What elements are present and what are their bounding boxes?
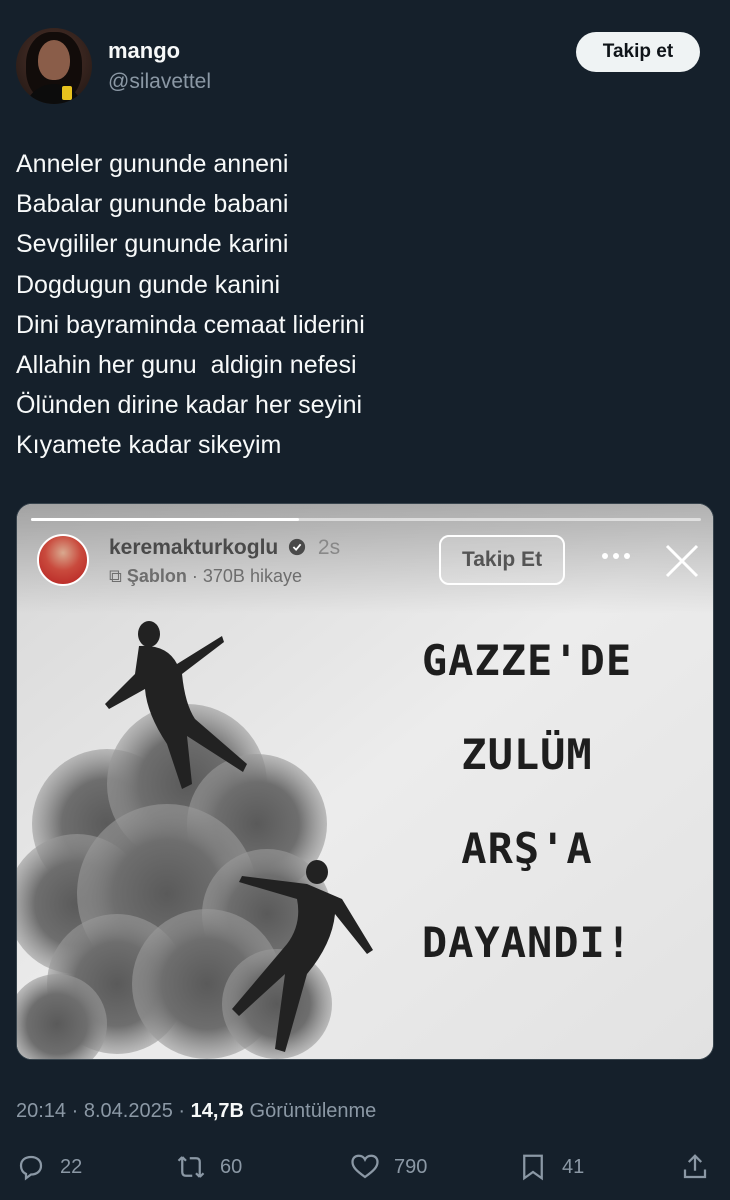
story-username-row: keremakturkoglu 2s [109,536,340,560]
tweet-meta: 20:14 · 8.04.2025 · 14,7B Görüntülenme [16,1100,377,1122]
ferrari-badge-icon [62,86,72,100]
author-name[interactable]: mango [108,38,180,64]
tweet-actions: 22 60 790 41 [16,1152,714,1192]
tweet-line: Dogdugun gunde kanini [16,270,281,299]
like-count: 790 [394,1155,428,1178]
tweet-media-image[interactable]: keremakturkoglu 2s ⧉ Şablon · 370B hikay… [16,503,714,1060]
tweet-line: Babalar gununde babani [16,190,289,219]
follow-button[interactable]: Takip et [576,32,700,72]
tweet-line: Kıyamete kadar sikeyim [16,431,282,460]
bookmark-icon [523,1154,543,1181]
share-icon [683,1154,707,1179]
reply-count: 22 [60,1155,83,1178]
reply-icon [19,1155,43,1181]
template-label: Şablon [126,566,187,586]
repost-icon [177,1156,205,1178]
repost-count: 60 [220,1155,243,1178]
template-icon: ⧉ [109,566,122,586]
story-time: 2s [317,536,341,559]
tweet-text: Anneler gununde anneni Babalar gununde b… [16,144,706,466]
verified-badge-icon [288,538,306,556]
tweet-line: Sevgililer gununde karini [16,230,289,259]
tweet-header: mango @silavettel Takip et [16,28,714,108]
story-count: · 370B hikaye [191,566,302,586]
story-follow-button: Takip Et [439,535,565,585]
views-label: Görüntülenme [249,1100,377,1122]
repost-button[interactable]: 60 [176,1152,242,1182]
author-avatar[interactable] [16,28,92,104]
tweet-line: Ölünden dirine kadar her seyini [16,391,363,420]
tweet-date[interactable]: 8.04.2025 [84,1100,173,1122]
view-count: 14,7B [190,1100,244,1122]
headline-line: DAYANDI! [421,918,633,967]
close-icon [665,544,699,578]
bookmark-button[interactable]: 41 [518,1152,584,1182]
tweet-line: Allahin her gunu aldigin nefesi [16,351,357,380]
author-handle[interactable]: @silavettel [108,70,211,94]
heart-icon [351,1154,379,1179]
tweet-time[interactable]: 20:14 [16,1100,66,1122]
story-subtitle: ⧉ Şablon · 370B hikaye [109,566,302,587]
headline-line: ARŞ'A [461,824,593,873]
story-headline: GAZZE'DE ZULÜM ARŞ'A DAYANDI! [357,614,697,990]
story-progress-bar [31,518,701,521]
headline-line: ZULÜM [461,730,593,779]
like-button[interactable]: 790 [350,1152,427,1182]
bookmark-count: 41 [562,1155,585,1178]
tweet-line: Dini bayraminda cemaat liderini [16,310,365,339]
story-avatar [37,534,89,586]
reply-button[interactable]: 22 [16,1152,82,1182]
story-username: keremakturkoglu [109,536,279,559]
share-button[interactable] [680,1152,724,1182]
headline-line: GAZZE'DE [421,636,633,685]
tweet-line: Anneler gununde anneni [16,150,289,178]
more-options-icon [602,553,630,559]
